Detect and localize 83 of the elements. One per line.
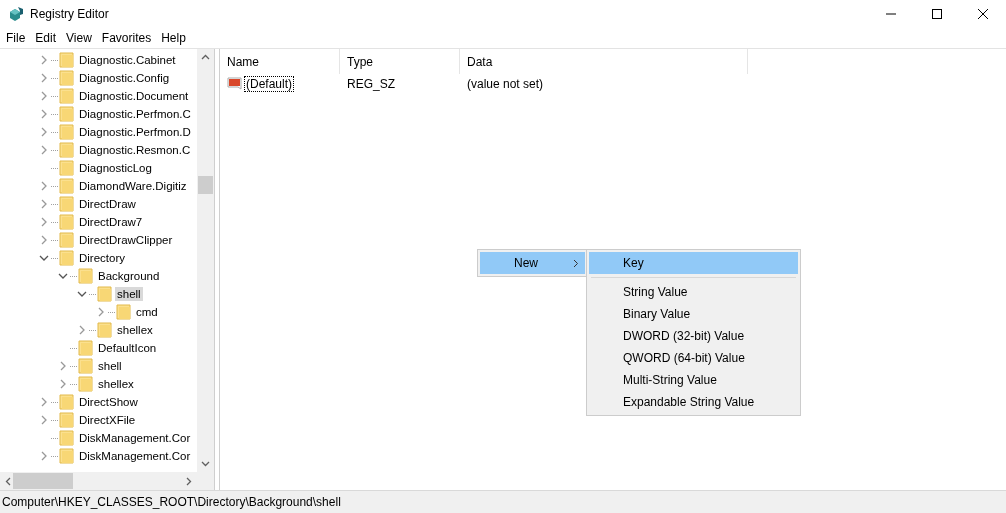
folder-icon (59, 447, 75, 465)
tree-item[interactable]: Background (96, 269, 162, 283)
menu-item[interactable]: Edit (30, 31, 62, 45)
folder-icon (59, 141, 75, 159)
column-header[interactable]: Type (340, 49, 460, 74)
chevron-right-icon[interactable] (97, 307, 105, 317)
tree-item[interactable]: Directory (77, 251, 127, 265)
maximize-icon (932, 9, 942, 19)
tree-item[interactable]: DiagnosticLog (77, 161, 154, 175)
folder-icon (59, 123, 75, 141)
menu-item[interactable]: Favorites (96, 31, 157, 45)
menu-option[interactable]: Expandable String Value (589, 391, 798, 413)
scroll-right-icon[interactable] (186, 476, 192, 486)
folder-icon (78, 339, 94, 357)
menu-option[interactable]: New (480, 252, 585, 274)
tree-item[interactable]: shell (115, 287, 143, 301)
vertical-scrollbar[interactable] (197, 49, 214, 472)
tree-item[interactable]: Diagnostic.Config (77, 71, 172, 85)
tree-item[interactable]: DirectDraw (77, 197, 138, 211)
tree-item[interactable]: DefaultIcon (96, 341, 159, 355)
tree-item[interactable]: Diagnostic.Resmon.C (77, 143, 193, 157)
tree-item[interactable]: DirectXFile (77, 413, 138, 427)
tree-item[interactable]: DiskManagement.Cor (77, 449, 193, 463)
tree-item[interactable]: shell (96, 359, 124, 373)
folder-icon (59, 69, 75, 87)
scroll-thumb[interactable] (13, 473, 73, 489)
table-cell: (value not set) (467, 77, 544, 91)
folder-icon (78, 357, 94, 375)
folder-icon (78, 375, 94, 393)
tree-item[interactable]: cmd (134, 305, 160, 319)
table-cell[interactable]: (Default) (245, 77, 293, 91)
folder-icon (59, 195, 75, 213)
menu-item[interactable]: View (61, 31, 97, 45)
tree-item[interactable]: DirectDraw7 (77, 215, 145, 229)
folder-icon (116, 303, 132, 321)
menu-option[interactable]: String Value (589, 281, 798, 303)
scroll-up-icon[interactable] (201, 54, 210, 60)
tree-item[interactable]: Diagnostic.Perfmon.C (77, 107, 193, 121)
folder-icon (59, 429, 75, 447)
chevron-right-icon[interactable] (40, 451, 48, 461)
tree-item[interactable]: DiskManagement.Cor (77, 431, 193, 445)
folder-icon (78, 267, 94, 285)
menu-option[interactable]: Binary Value (589, 303, 798, 325)
column-header[interactable]: Data (460, 49, 748, 74)
chevron-right-icon[interactable] (78, 325, 86, 335)
tree-item[interactable]: Diagnostic.Cabinet (77, 53, 178, 67)
menu-option[interactable]: Multi-String Value (589, 369, 798, 391)
tree-item[interactable]: DirectDrawClipper (77, 233, 175, 247)
menu-option[interactable]: Key (589, 252, 798, 274)
menu-item[interactable]: Help (156, 31, 191, 45)
table-cell: REG_SZ (347, 77, 395, 91)
menu-item[interactable]: File (1, 31, 31, 45)
tree-item[interactable]: Diagnostic.Document (77, 89, 191, 103)
folder-icon (59, 213, 75, 231)
menu-option[interactable]: DWORD (32-bit) Value (589, 325, 798, 347)
folder-icon (59, 411, 75, 429)
folder-icon (59, 249, 75, 267)
chevron-right-icon (573, 258, 579, 268)
tree-item[interactable]: shellex (115, 323, 155, 337)
horizontal-scrollbar[interactable] (0, 472, 214, 490)
scroll-left-icon[interactable] (5, 476, 11, 486)
folder-icon (59, 87, 75, 105)
close-icon (978, 9, 988, 19)
registry-icon (8, 6, 24, 22)
window-title: Registry Editor (30, 7, 110, 21)
folder-icon (59, 51, 75, 69)
scroll-thumb[interactable] (198, 176, 213, 194)
folder-icon (59, 393, 75, 411)
tree-item[interactable]: DirectShow (77, 395, 140, 409)
folder-icon (97, 321, 113, 339)
folder-icon (59, 105, 75, 123)
status-path: Computer\HKEY_CLASSES_ROOT\Directory\Background\shell (2, 495, 341, 509)
tree-item[interactable]: DiamondWare.Digitiz (77, 179, 189, 193)
tree-item[interactable]: Diagnostic.Perfmon.D (77, 125, 193, 139)
folder-icon (59, 231, 75, 249)
folder-icon (59, 159, 75, 177)
column-header[interactable]: Name (220, 49, 340, 74)
tree-item[interactable]: shellex (96, 377, 136, 391)
menu-option[interactable]: QWORD (64-bit) Value (589, 347, 798, 369)
scroll-down-icon[interactable] (201, 461, 210, 467)
folder-icon (59, 177, 75, 195)
folder-icon (97, 285, 113, 303)
string-value-icon (227, 77, 243, 91)
